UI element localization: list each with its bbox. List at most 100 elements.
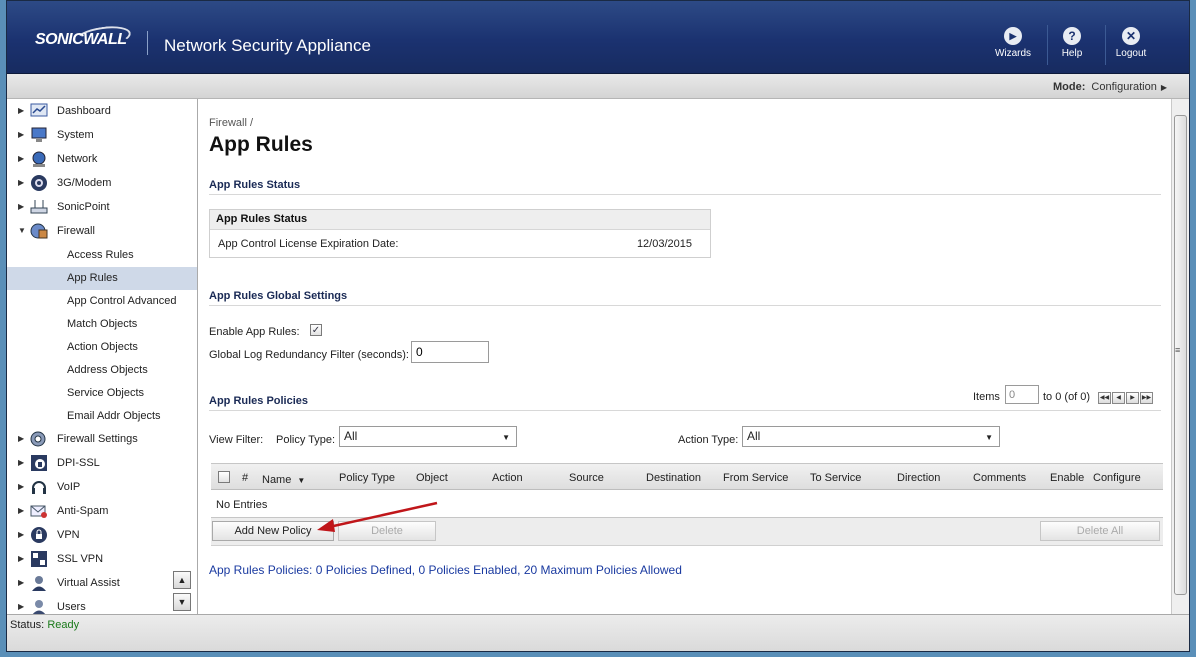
sidebar-item-label: VoIP: [57, 481, 81, 493]
help-label: Help: [1061, 48, 1083, 59]
scrollbar-thumb[interactable]: [1174, 115, 1187, 595]
sidebar-item-app-control-advanced[interactable]: App Control Advanced: [7, 290, 197, 313]
sidebar-item-email-addr-objects[interactable]: Email Addr Objects: [7, 405, 197, 428]
sidebar-scroll-up-button[interactable]: ▲: [173, 571, 191, 589]
expand-arrow-icon[interactable]: ▶: [18, 482, 24, 491]
app-header: SONICWALL Network Security Appliance ▶ W…: [7, 1, 1189, 74]
sidebar-item-voip[interactable]: ▶ VoIP: [7, 476, 197, 499]
column-configure: Configure: [1093, 472, 1141, 484]
action-type-label: Action Type:: [678, 434, 739, 446]
sidebar-item-app-rules[interactable]: App Rules: [7, 267, 197, 290]
sidebar-item-firewall[interactable]: ▼ Firewall: [7, 220, 197, 243]
sidebar-item-dpi-ssl[interactable]: ▶ DPI-SSL: [7, 452, 197, 475]
select-all-checkbox[interactable]: [218, 471, 230, 483]
sidebar-item-sonicpoint[interactable]: ▶ SonicPoint: [7, 196, 197, 219]
next-page-icon[interactable]: ▶: [1126, 392, 1139, 404]
sidebar-item-users[interactable]: ▶ Users: [7, 596, 197, 614]
prev-page-icon[interactable]: ◀: [1112, 392, 1125, 404]
sidebar-item-vpn[interactable]: ▶ VPN: [7, 524, 197, 547]
expand-arrow-icon[interactable]: ▶: [18, 154, 24, 163]
page-title: App Rules: [209, 133, 313, 156]
log-redundancy-input[interactable]: [411, 341, 489, 363]
sidebar-item-address-objects[interactable]: Address Objects: [7, 359, 197, 382]
expand-arrow-icon[interactable]: ▶: [18, 106, 24, 115]
mode-selector[interactable]: Mode: Configuration ▶: [1053, 81, 1167, 93]
expand-arrow-icon[interactable]: ▶: [18, 434, 24, 443]
wizards-button[interactable]: ▶ Wizards: [985, 27, 1041, 59]
logout-label: Logout: [1115, 48, 1147, 59]
policy-type-value: All: [344, 429, 358, 443]
logout-icon: ✕: [1122, 27, 1140, 45]
license-expiration-label: App Control License Expiration Date:: [218, 238, 399, 250]
status-value: Ready: [47, 619, 80, 631]
items-input[interactable]: [1005, 385, 1039, 404]
sidebar-item-access-rules[interactable]: Access Rules: [7, 244, 197, 267]
sidebar-item-dashboard[interactable]: ▶ Dashboard: [7, 100, 197, 123]
main-scrollbar[interactable]: ≡: [1171, 99, 1189, 614]
sidebar-item-action-objects[interactable]: Action Objects: [7, 336, 197, 359]
expand-arrow-icon[interactable]: ▶: [18, 202, 24, 211]
sidebar-item-anti-spam[interactable]: ▶ Anti-Spam: [7, 500, 197, 523]
last-page-icon[interactable]: ▶▶: [1140, 392, 1153, 404]
expand-arrow-icon[interactable]: ▶: [18, 602, 24, 611]
expand-arrow-icon[interactable]: ▶: [18, 458, 24, 467]
sidebar-scroll-down-button[interactable]: ▼: [173, 593, 191, 611]
vpn-icon: [31, 527, 47, 543]
firewall-icon: [30, 223, 48, 239]
virtual-assist-icon: [32, 576, 46, 591]
column-object: Object: [416, 472, 448, 484]
sidebar-item-system[interactable]: ▶ System: [7, 124, 197, 147]
column-name[interactable]: Name ▼: [262, 474, 305, 486]
expand-arrow-icon[interactable]: ▶: [18, 554, 24, 563]
firewall-settings-icon: [30, 431, 46, 447]
sidebar-item-label: Match Objects: [67, 318, 138, 330]
sidebar-item-3g-modem[interactable]: ▶ 3G/Modem: [7, 172, 197, 195]
sidebar-item-label: SSL VPN: [57, 553, 104, 565]
first-page-icon[interactable]: ◀◀: [1098, 392, 1111, 404]
enable-app-rules-label: Enable App Rules:: [209, 326, 300, 338]
action-type-select[interactable]: All ▼: [742, 426, 1000, 447]
help-icon: ?: [1063, 27, 1081, 45]
expand-arrow-icon[interactable]: ▶: [18, 506, 24, 515]
breadcrumb[interactable]: Firewall /: [209, 117, 253, 129]
voip-icon: [32, 481, 46, 494]
enable-app-rules-checkbox[interactable]: ✓: [310, 324, 322, 336]
wizards-label: Wizards: [994, 48, 1032, 59]
items-range: to 0 (of 0): [1043, 391, 1091, 403]
expand-arrow-icon[interactable]: ▶: [18, 530, 24, 539]
sonicpoint-icon: [30, 200, 48, 214]
annotation-arrow: [317, 501, 438, 532]
collapse-arrow-icon[interactable]: ▼: [18, 226, 26, 235]
help-button[interactable]: ? Help: [1044, 27, 1100, 59]
anti-spam-icon: [30, 505, 47, 518]
expand-arrow-icon[interactable]: ▶: [18, 178, 24, 187]
no-entries-text: No Entries: [216, 499, 268, 511]
sidebar-item-label: DPI-SSL: [57, 457, 100, 469]
items-label: Items: [973, 391, 1000, 403]
status-bar: Status: Ready: [7, 614, 1189, 651]
sidebar-item-label: Dashboard: [57, 105, 111, 117]
logout-button[interactable]: ✕ Logout: [1103, 27, 1159, 59]
network-icon: [32, 151, 46, 167]
status-label: Status:: [10, 619, 45, 631]
sidebar-item-firewall-settings[interactable]: ▶ Firewall Settings: [7, 428, 197, 451]
sidebar-item-label: Address Objects: [67, 364, 148, 376]
expand-arrow-icon[interactable]: ▶: [18, 130, 24, 139]
sidebar-item-ssl-vpn[interactable]: ▶ SSL VPN: [7, 548, 197, 571]
column-destination: Destination: [646, 472, 702, 484]
sidebar-item-label: VPN: [57, 529, 80, 541]
policy-type-select[interactable]: All ▼: [339, 426, 517, 447]
sidebar-item-label: Access Rules: [67, 249, 134, 261]
main-content: Firewall / App Rules App Rules Status Ap…: [199, 99, 1171, 614]
scrollbar-grip-icon: ≡: [1175, 345, 1181, 355]
wizard-icon: ▶: [1004, 27, 1022, 45]
delete-all-button[interactable]: Delete All: [1040, 521, 1160, 541]
sidebar-item-service-objects[interactable]: Service Objects: [7, 382, 197, 405]
sidebar-item-label: Firewall: [57, 225, 95, 237]
sidebar-item-label: System: [57, 129, 94, 141]
sidebar-item-match-objects[interactable]: Match Objects: [7, 313, 197, 336]
expand-arrow-icon[interactable]: ▶: [18, 578, 24, 587]
sort-down-icon: ▼: [297, 476, 306, 485]
sidebar-item-network[interactable]: ▶ Network: [7, 148, 197, 171]
sidebar-item-virtual-assist[interactable]: ▶ Virtual Assist: [7, 572, 197, 595]
